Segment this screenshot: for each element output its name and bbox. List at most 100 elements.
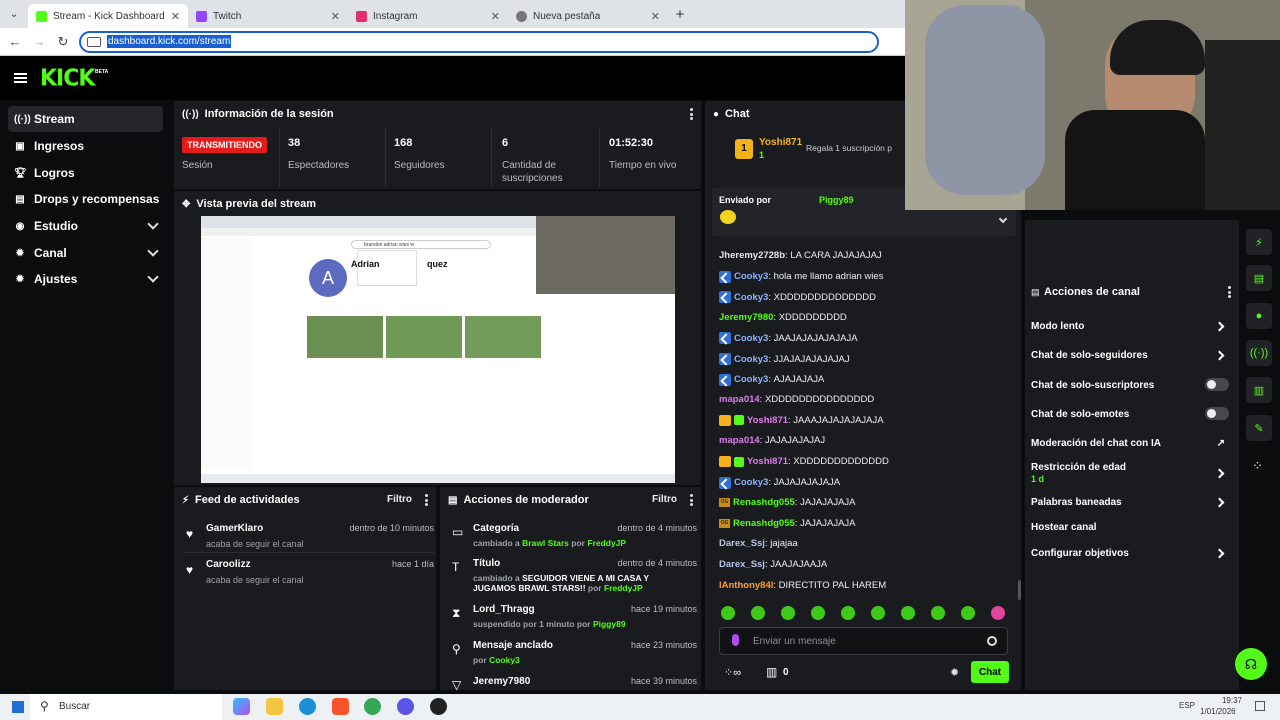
- emote-icon[interactable]: [871, 606, 885, 620]
- chat-username[interactable]: Cooky3: [734, 354, 768, 365]
- chat-username[interactable]: Cooky3: [734, 333, 768, 344]
- emote-icon[interactable]: [751, 606, 765, 620]
- feed-user[interactable]: Caroolizz: [206, 559, 250, 570]
- filter-button[interactable]: Filtro: [652, 494, 677, 505]
- top-gifter-name[interactable]: Yoshi871: [759, 137, 802, 148]
- browser-tab-twitch[interactable]: Twitch ✕: [188, 4, 348, 28]
- chat-username[interactable]: Cooky3: [734, 374, 768, 385]
- chat-input[interactable]: Enviar un mensaje: [719, 627, 1008, 655]
- browser-tab-new[interactable]: Nueva pestaña ✕: [508, 4, 668, 28]
- more-options-icon[interactable]: [690, 108, 693, 120]
- forward-icon[interactable]: →: [27, 34, 51, 49]
- chat-username[interactable]: Renashdg055: [733, 497, 795, 508]
- channel-action-banned-words[interactable]: Palabras baneadas: [1031, 497, 1229, 508]
- chat-username[interactable]: Cooky3: [734, 271, 768, 282]
- chat-username[interactable]: mapa014: [719, 394, 760, 405]
- channel-action-slow-mode[interactable]: Modo lento: [1031, 321, 1229, 332]
- mod-action-title[interactable]: Jeremy7980: [473, 676, 530, 687]
- emote-icon[interactable]: [931, 606, 945, 620]
- sidebar-item-ingresos[interactable]: ▣ Ingresos: [8, 133, 163, 159]
- channel-action-host[interactable]: Hostear canal: [1031, 522, 1229, 533]
- chat-username[interactable]: Jeremy7980: [719, 312, 773, 323]
- emote-icon[interactable]: [811, 606, 825, 620]
- rail-bolt-button[interactable]: ⚡︎: [1246, 229, 1272, 255]
- channel-action-age-restriction[interactable]: Restricción de edad 1 d: [1031, 462, 1229, 484]
- infinity-icon[interactable]: ⁘∞: [724, 666, 741, 679]
- windows-start-icon[interactable]: [12, 701, 24, 713]
- subs-only-toggle[interactable]: [1205, 378, 1229, 391]
- rail-chat-button[interactable]: ●: [1246, 303, 1272, 329]
- stream-preview-video[interactable]: brandon adrian wies w A Adrian quez: [201, 216, 675, 483]
- kick-logo[interactable]: KICK: [40, 65, 95, 91]
- chat-username[interactable]: Cooky3: [734, 477, 768, 488]
- copilot-icon[interactable]: [233, 698, 250, 715]
- channel-action-followers-only[interactable]: Chat de solo-seguidores: [1031, 350, 1229, 361]
- support-headset-icon[interactable]: ☊: [1235, 648, 1267, 680]
- emoji-icon[interactable]: [987, 636, 997, 646]
- chrome-icon[interactable]: [364, 698, 381, 715]
- chat-username[interactable]: mapa014: [719, 435, 760, 446]
- chat-username[interactable]: lAnthony84l: [719, 580, 773, 591]
- chat-username[interactable]: Darex_Ssj: [719, 538, 765, 549]
- gift-icon[interactable]: ▥: [766, 665, 777, 679]
- sidebar-item-drops[interactable]: ▤ Drops y recompensas: [8, 186, 163, 212]
- rail-apps-icon[interactable]: ⁘: [1252, 458, 1263, 474]
- reload-icon[interactable]: ↻: [51, 34, 75, 50]
- more-options-icon[interactable]: [1228, 286, 1231, 298]
- emote-icon[interactable]: [841, 606, 855, 620]
- emote-icon[interactable]: [721, 606, 735, 620]
- language-indicator[interactable]: ESP: [1179, 701, 1195, 710]
- emote-icon[interactable]: [781, 606, 795, 620]
- chat-username[interactable]: Yoshi871: [747, 456, 788, 467]
- sidebar-item-logros[interactable]: 🏆︎ Logros: [8, 160, 163, 186]
- chat-username[interactable]: Renashdg055: [733, 518, 795, 529]
- chat-username[interactable]: Jheremy2728b: [719, 250, 785, 261]
- sidebar-item-estudio[interactable]: ◉ Estudio: [8, 213, 163, 239]
- feed-user[interactable]: GamerKlaro: [206, 523, 263, 534]
- rail-broadcast-button[interactable]: ((·)): [1246, 340, 1272, 366]
- sidebar-item-ajustes[interactable]: ✹ Ajustes: [8, 266, 163, 292]
- hamburger-menu-icon[interactable]: [14, 73, 27, 83]
- close-icon[interactable]: ✕: [651, 10, 660, 23]
- chat-scrollbar[interactable]: [1018, 580, 1021, 600]
- emote-icon[interactable]: [991, 606, 1005, 620]
- more-options-icon[interactable]: [690, 494, 693, 506]
- filter-button[interactable]: Filtro: [387, 494, 412, 505]
- close-icon[interactable]: ✕: [491, 10, 500, 23]
- emotes-only-toggle[interactable]: [1205, 407, 1229, 420]
- obs-icon[interactable]: [430, 698, 447, 715]
- chat-username[interactable]: Yoshi871: [747, 415, 788, 426]
- emote-icon[interactable]: [901, 606, 915, 620]
- rail-document-button[interactable]: ▤: [1246, 265, 1272, 291]
- rail-wrench-button[interactable]: ✎: [1246, 415, 1272, 441]
- more-options-icon[interactable]: [425, 494, 428, 506]
- send-chat-button[interactable]: Chat: [971, 661, 1009, 683]
- gift-subscription-text[interactable]: Regala 1 suscripción p: [806, 143, 905, 153]
- edge-icon[interactable]: [299, 698, 316, 715]
- chevron-down-icon[interactable]: [998, 214, 1008, 224]
- sidebar-item-canal[interactable]: ✹ Canal: [8, 240, 163, 266]
- emote-icon[interactable]: [961, 606, 975, 620]
- microphone-icon[interactable]: [732, 634, 739, 646]
- brave-icon[interactable]: [332, 698, 349, 715]
- chat-username[interactable]: Darex_Ssj: [719, 559, 765, 570]
- new-tab-icon[interactable]: +: [668, 6, 692, 23]
- url-input[interactable]: dashboard.kick.com/stream: [79, 30, 879, 53]
- channel-action-ai-moderation[interactable]: Moderación del chat con IA ↗: [1031, 438, 1229, 449]
- close-icon[interactable]: ✕: [171, 10, 180, 23]
- rail-layout-button[interactable]: ▥: [1246, 377, 1272, 403]
- close-icon[interactable]: ✕: [331, 10, 340, 23]
- browser-tab-kick[interactable]: Stream - Kick Dashboard ✕: [28, 4, 188, 28]
- site-info-icon[interactable]: [87, 36, 101, 47]
- discord-icon[interactable]: [397, 698, 414, 715]
- mod-action-title[interactable]: Lord_Thragg: [473, 604, 535, 615]
- sidebar-item-stream[interactable]: ((·)) Stream: [8, 106, 163, 132]
- browser-tab-instagram[interactable]: Instagram ✕: [348, 4, 508, 28]
- tab-search-icon[interactable]: ⌄: [0, 2, 28, 26]
- notification-icon[interactable]: [1255, 701, 1265, 711]
- file-explorer-icon[interactable]: [266, 698, 283, 715]
- back-icon[interactable]: ←: [3, 34, 27, 49]
- settings-gear-icon[interactable]: ✹: [950, 666, 959, 679]
- chat-username[interactable]: Cooky3: [734, 292, 768, 303]
- channel-action-goals[interactable]: Configurar objetivos: [1031, 548, 1229, 559]
